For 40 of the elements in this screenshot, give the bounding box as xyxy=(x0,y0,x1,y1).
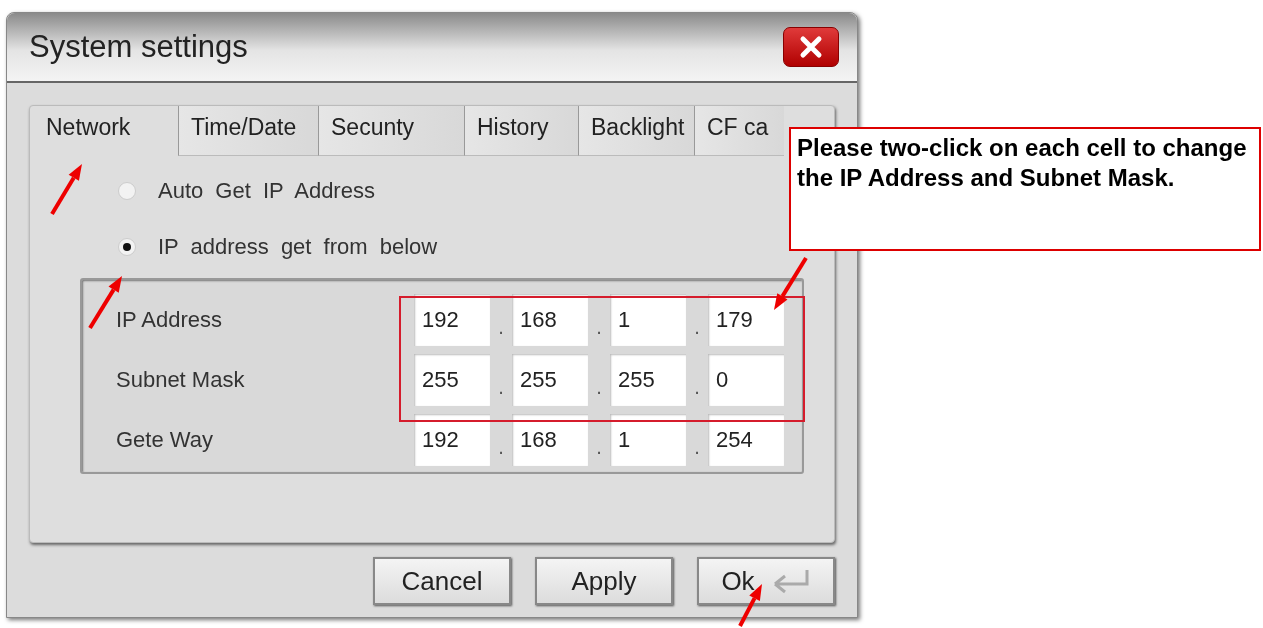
octet-field[interactable]: 192 xyxy=(414,414,490,466)
tab[interactable]: CF ca xyxy=(694,106,784,156)
octet-field[interactable]: 168 xyxy=(512,414,588,466)
close-icon xyxy=(799,35,823,59)
octet-separator: . xyxy=(595,314,603,339)
field-label: Gete Way xyxy=(116,427,214,453)
radio-button[interactable] xyxy=(118,238,136,256)
callout-note: Please two-click on each cell to change the IP Address and Subnet Mask. xyxy=(789,127,1261,251)
octet-field[interactable]: 254 xyxy=(708,414,784,466)
tab[interactable]: Secunty xyxy=(318,106,464,156)
field-label: Subnet Mask xyxy=(116,367,246,393)
octet-separator: . xyxy=(595,374,603,399)
octet-field[interactable]: 1 xyxy=(610,414,686,466)
octet-field[interactable]: 255 xyxy=(610,354,686,406)
dialog-button[interactable]: Cancel xyxy=(373,557,511,605)
octet-field[interactable]: 179 xyxy=(708,294,784,346)
octet-field[interactable]: 1 xyxy=(610,294,686,346)
octet-separator: . xyxy=(693,374,701,399)
octet-separator: . xyxy=(595,434,603,459)
octet-separator: . xyxy=(497,314,505,339)
octet-separator: . xyxy=(497,374,505,399)
octet-separator: . xyxy=(497,434,505,459)
octet-field[interactable]: 255 xyxy=(512,354,588,406)
dialog-button[interactable]: Ok xyxy=(697,557,835,605)
radio-label: Auto Get IP Address xyxy=(158,178,375,204)
tab[interactable]: Backlight xyxy=(578,106,694,156)
radio-label: IP address get from below xyxy=(158,234,438,260)
dialog-button[interactable]: Apply xyxy=(535,557,673,605)
octet-separator: . xyxy=(693,434,701,459)
octet-field[interactable]: 0 xyxy=(708,354,784,406)
octet-separator: . xyxy=(693,314,701,339)
tab[interactable]: Time/Date xyxy=(178,106,318,156)
octet-field[interactable]: 255 xyxy=(414,354,490,406)
octet-field[interactable]: 168 xyxy=(512,294,588,346)
radio-button[interactable] xyxy=(118,182,136,200)
window-title: System settings xyxy=(29,29,248,65)
tab[interactable]: History xyxy=(464,106,578,156)
octet-field[interactable]: 192 xyxy=(414,294,490,346)
close-button[interactable] xyxy=(783,27,839,67)
field-label: IP Address xyxy=(116,307,223,333)
